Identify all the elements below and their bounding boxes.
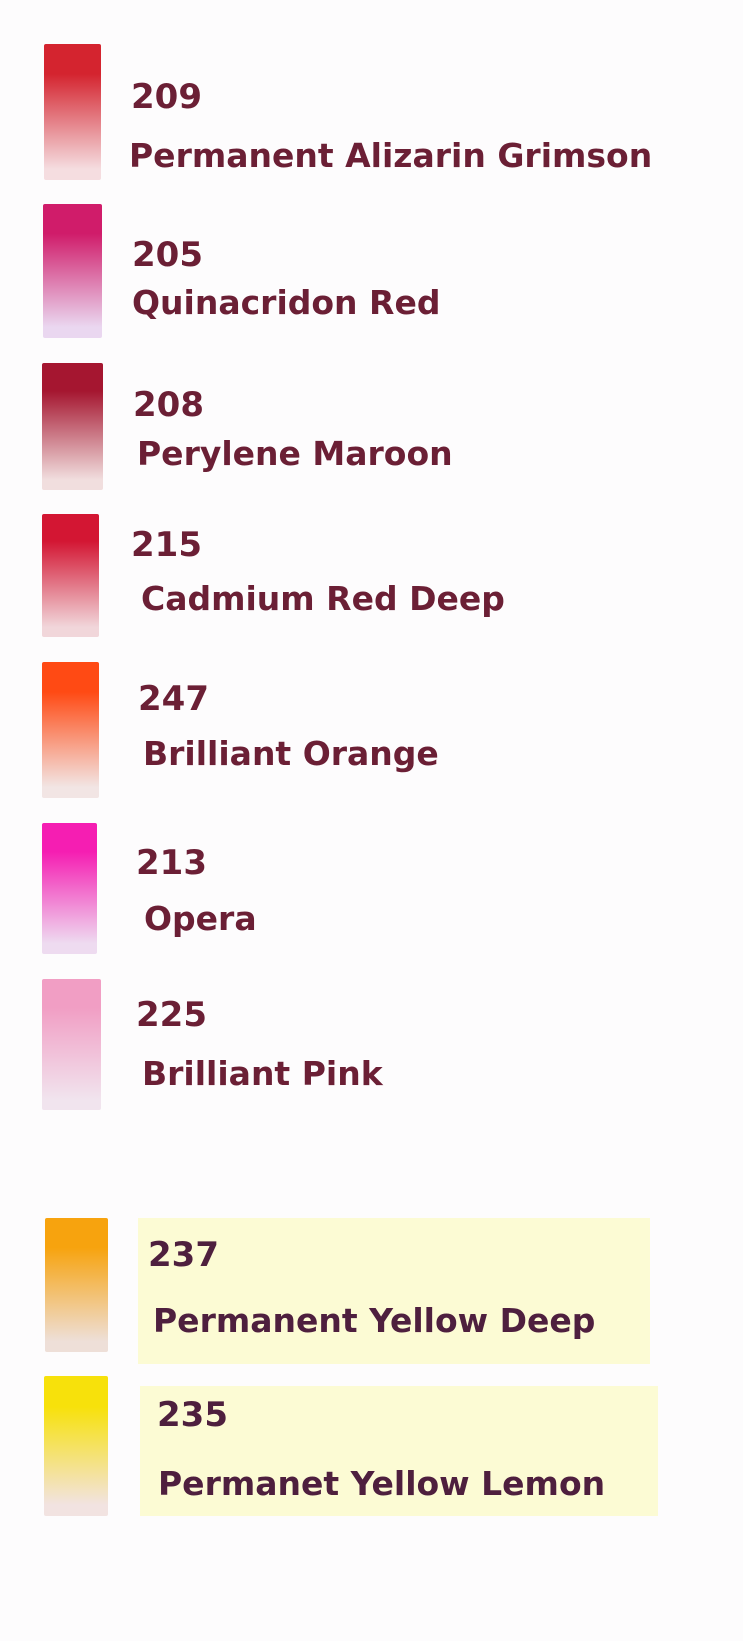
swatch-213: [42, 823, 97, 954]
color-code-213: 213: [136, 843, 207, 883]
swatch-205: [43, 204, 102, 338]
color-code-225: 225: [136, 995, 207, 1035]
swatch-235: [44, 1376, 108, 1516]
color-name-213: Opera: [144, 899, 257, 938]
color-name-215: Cadmium Red Deep: [141, 579, 505, 618]
color-code-247: 247: [138, 679, 209, 719]
color-code-235: 235: [157, 1395, 228, 1435]
swatch-209: [44, 44, 101, 180]
swatch-247: [42, 662, 99, 798]
color-name-237: Permanent Yellow Deep: [153, 1301, 596, 1340]
color-name-225: Brilliant Pink: [142, 1054, 383, 1093]
swatch-237: [45, 1218, 108, 1352]
swatch-215: [42, 514, 99, 637]
color-code-208: 208: [133, 385, 204, 425]
color-code-215: 215: [131, 525, 202, 565]
color-name-235: Permanet Yellow Lemon: [158, 1464, 606, 1503]
color-code-205: 205: [132, 235, 203, 275]
color-name-209: Permanent Alizarin Grimson: [129, 136, 653, 175]
color-name-205: Quinacridon Red: [132, 283, 441, 322]
swatch-208: [42, 363, 103, 490]
color-code-209: 209: [131, 77, 202, 117]
color-code-237: 237: [148, 1235, 219, 1275]
swatch-225: [42, 979, 101, 1110]
color-name-247: Brilliant Orange: [143, 734, 439, 773]
color-name-208: Perylene Maroon: [137, 434, 453, 473]
